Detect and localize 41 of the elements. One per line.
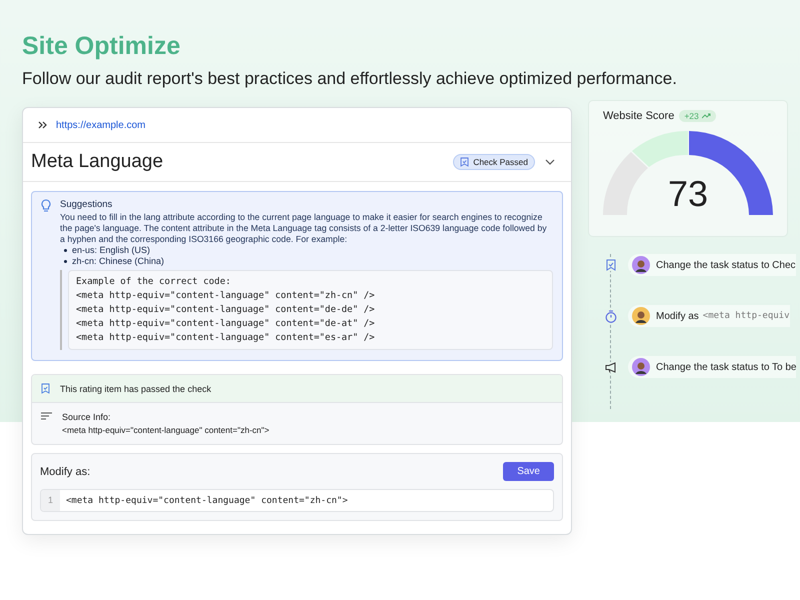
activity-text: Change the task status to Chec bbox=[656, 260, 796, 270]
page-subtitle: Follow our audit report's best practices and effortlessly achieve optimized performance. bbox=[22, 69, 678, 89]
code-line: <meta http-equiv="content-language" content="de-at" /> bbox=[76, 317, 376, 331]
delta-value: +23 bbox=[684, 111, 699, 121]
suggestion-heading: Suggestions bbox=[60, 199, 114, 210]
suggestion-text: You need to fill in the lang attribute according to the current page language to make it easier for search engines to recognize the page's language. The content attribute in the Meta Language tag consists of a 2-letter ISO639 language code followed by a hyphen and the corresponding ISO3166 geographic code. For example: bbox=[60, 212, 548, 245]
modify-label: Modify as: bbox=[40, 466, 90, 478]
stopwatch-icon bbox=[605, 310, 617, 322]
source-value: <meta http-equiv="content-language" content="zh-cn"> bbox=[62, 425, 270, 435]
code-line: <meta http-equiv="content-language" content="zh-cn"> bbox=[65, 496, 348, 506]
code-line: Example of the correct code: bbox=[76, 275, 232, 289]
code-line: <meta http-equiv="content-language" content="de-de" /> bbox=[76, 303, 376, 317]
code-line: <meta http-equiv="content-language" content="es-ar" /> bbox=[76, 331, 376, 345]
activity-text: Change the task status to To be bbox=[656, 362, 796, 372]
activity-code: <meta http-equiv bbox=[702, 311, 790, 321]
activity-text: Modify as bbox=[656, 310, 699, 322]
double-chevron-icon[interactable] bbox=[38, 121, 48, 129]
page-title: Site Optimize bbox=[22, 32, 182, 61]
check-bookmark-icon bbox=[460, 157, 470, 167]
badge-label: Check Passed bbox=[473, 157, 528, 167]
score-value: 73 bbox=[666, 173, 710, 215]
lines-icon bbox=[41, 412, 52, 420]
save-button[interactable]: Save bbox=[503, 462, 554, 481]
url-link[interactable]: https://example.com bbox=[56, 120, 146, 130]
code-editor[interactable]: 1 <meta http-equiv="content-language" content="zh-cn"> bbox=[40, 489, 554, 512]
passed-text: This rating item has passed the check bbox=[60, 384, 212, 394]
source-label: Source Info: bbox=[62, 412, 112, 422]
example-item: en-us: English (US) bbox=[72, 245, 150, 256]
code-line: <meta http-equiv="content-language" content="zh-cn" /> bbox=[76, 289, 376, 303]
chevron-down-icon[interactable] bbox=[545, 159, 555, 165]
check-bookmark-icon bbox=[606, 259, 616, 271]
score-title: Website Score bbox=[603, 110, 674, 122]
line-number: 1 bbox=[41, 490, 60, 511]
trend-up-icon bbox=[702, 113, 711, 119]
section-title: Meta Language bbox=[31, 151, 164, 173]
lightbulb-icon bbox=[41, 199, 51, 213]
bullet-icon bbox=[64, 249, 67, 252]
example-item: zh-cn: Chinese (China) bbox=[72, 256, 164, 267]
bullet-icon bbox=[64, 260, 67, 263]
check-bookmark-icon bbox=[41, 383, 50, 394]
megaphone-icon bbox=[604, 362, 618, 372]
